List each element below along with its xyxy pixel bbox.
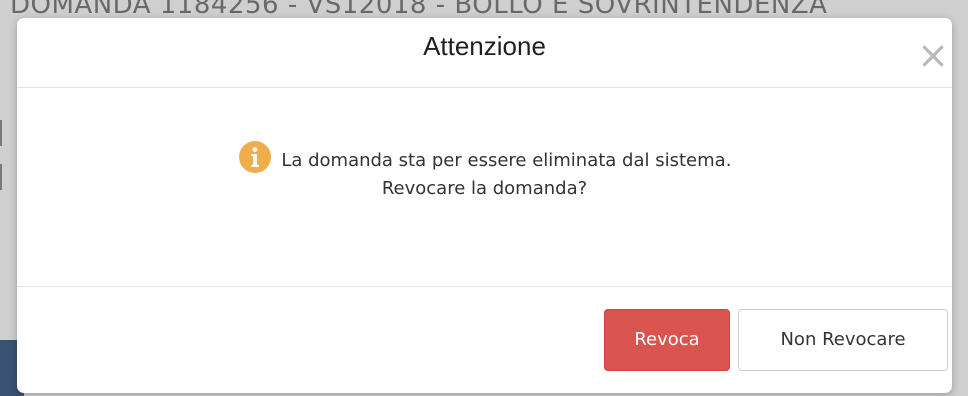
background-mark xyxy=(0,164,12,190)
dialog-footer: Revoca Non Revocare xyxy=(17,286,952,393)
revoke-button[interactable]: Revoca xyxy=(604,309,730,371)
dialog-message-line2: Revocare la domanda? xyxy=(381,178,588,199)
dialog-message-line1: La domanda sta per essere eliminata dal … xyxy=(17,140,952,174)
confirmation-dialog: Attenzione × La domanda sta per essere e… xyxy=(17,18,952,393)
background-left-content xyxy=(0,120,10,240)
dont-revoke-button[interactable]: Non Revocare xyxy=(738,309,948,371)
info-icon xyxy=(238,140,272,174)
dialog-title: Attenzione xyxy=(423,31,546,61)
background-page-title: DOMANDA 1184256 - VS12018 - BOLLO E SOVR… xyxy=(10,0,828,20)
dialog-message-text-1: La domanda sta per essere eliminata dal … xyxy=(281,150,732,171)
dialog-body: La domanda sta per essere eliminata dal … xyxy=(17,89,952,287)
close-icon[interactable]: × xyxy=(914,36,952,74)
background-mark xyxy=(0,120,12,146)
dialog-header: Attenzione × xyxy=(17,18,952,88)
